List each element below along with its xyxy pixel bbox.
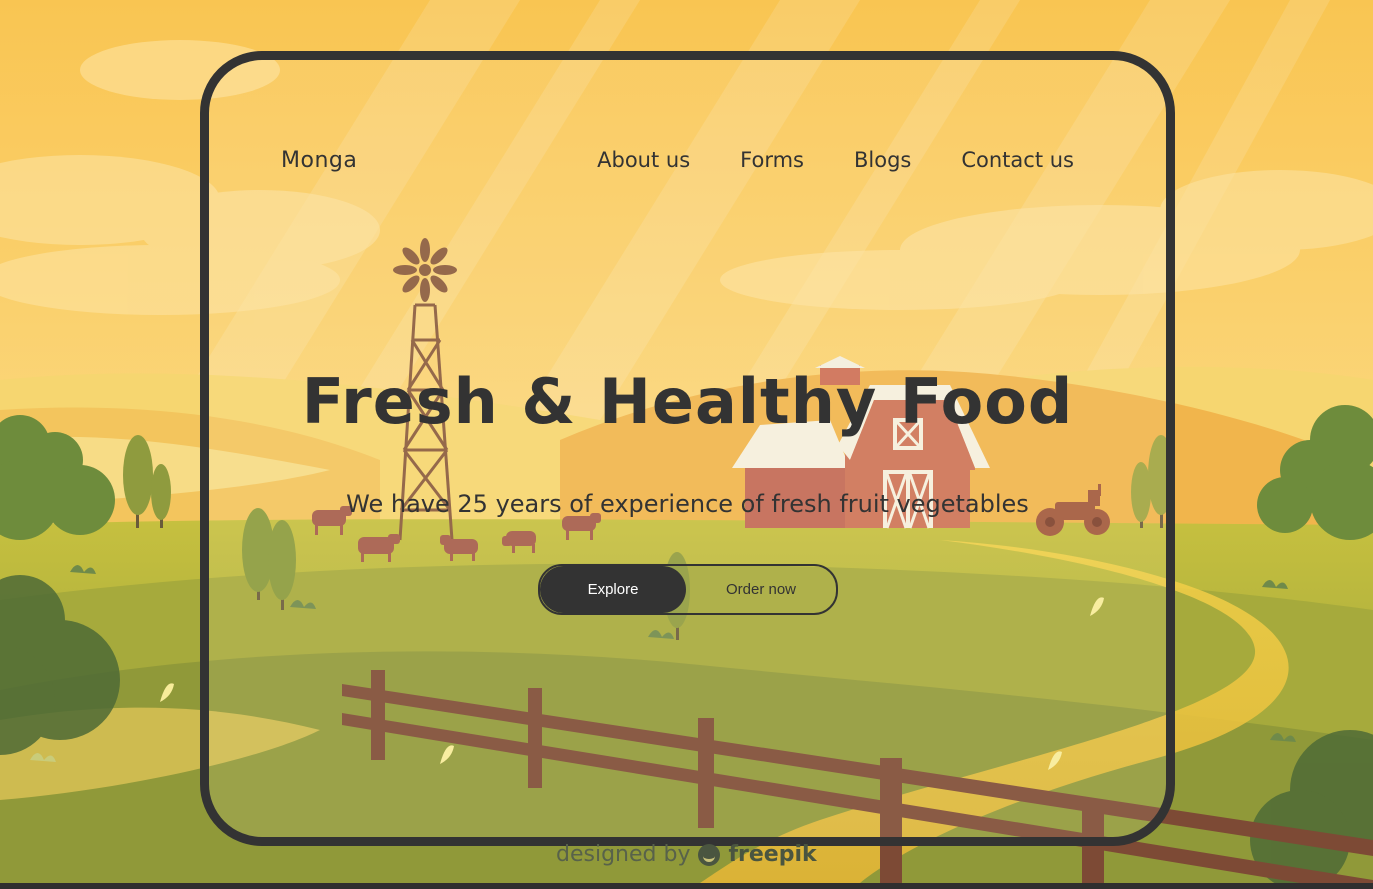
order-now-button[interactable]: Order now	[686, 566, 836, 613]
nav-about-us-link[interactable]: About us	[597, 148, 690, 172]
nav-contact-us-link[interactable]: Contact us	[961, 148, 1074, 172]
nav-blogs-link[interactable]: Blogs	[854, 148, 911, 172]
hero-subtitle: We have 25 years of experience of fresh …	[346, 490, 1029, 518]
credit-brand: freepik	[728, 842, 817, 867]
freepik-logo-icon	[698, 843, 721, 866]
nav-links: About us Forms Blogs Contact us	[597, 148, 1074, 172]
nav-forms-link[interactable]: Forms	[740, 148, 804, 172]
bottom-strip	[0, 883, 1373, 889]
explore-button[interactable]: Explore	[540, 566, 686, 613]
hero-title: Fresh & Healthy Food	[301, 365, 1074, 438]
navigation-bar: Monga About us Forms Blogs Contact us	[209, 60, 1166, 837]
cta-button-group: Explore Order now	[538, 564, 838, 615]
designer-credit: designed by freepik	[556, 842, 817, 867]
hero-frame: Monga About us Forms Blogs Contact us Fr…	[200, 51, 1175, 846]
brand-logo[interactable]: Monga	[281, 148, 357, 173]
credit-prefix: designed by	[556, 842, 691, 867]
